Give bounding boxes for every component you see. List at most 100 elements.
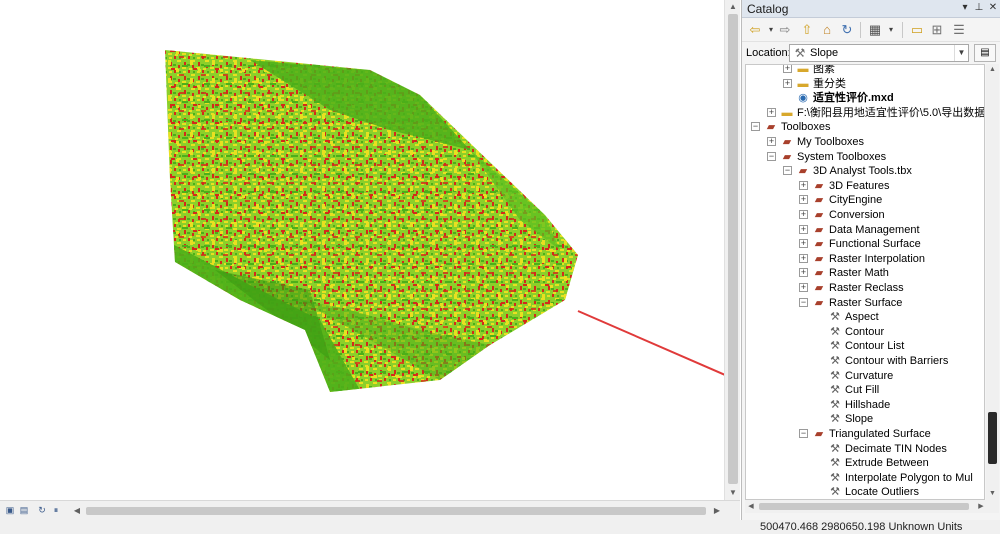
refresh-icon[interactable]: ↻ <box>838 21 856 39</box>
tree-item-label: Raster Math <box>829 267 889 280</box>
expand-icon[interactable]: + <box>783 78 792 88</box>
data-view-icon[interactable]: ▣ <box>4 504 16 516</box>
collapse-icon[interactable]: − <box>751 122 760 132</box>
expand-icon[interactable]: + <box>767 137 776 146</box>
tree-item-label: Interpolate Polygon to Mul <box>845 471 973 484</box>
location-input[interactable]: ⚒ Slope ▼ <box>789 44 969 62</box>
tree-item-label: System Toolboxes <box>797 150 887 163</box>
chevron-down-icon[interactable]: ▼ <box>954 45 968 61</box>
catalog-title-bar: Catalog ▾ ⊥ ✕ <box>742 0 1000 18</box>
tree-item-label: Extrude Between <box>845 457 929 470</box>
home-icon[interactable]: ⌂ <box>818 21 836 39</box>
map-vscroll-thumb[interactable] <box>728 14 738 484</box>
tree-item-label: 适宜性评价.mxd <box>813 92 894 105</box>
location-label: Location: <box>746 47 791 59</box>
tree-horizontal-scrollbar[interactable]: ◀ ▶ <box>745 500 999 513</box>
scroll-left-icon[interactable]: ◀ <box>745 500 757 513</box>
expand-icon[interactable]: + <box>799 253 808 263</box>
tree-item-label: Functional Surface <box>829 238 921 251</box>
map-bottom-bar: ▣ ▤ ↻ ⏸ ◀ ▶ <box>0 500 740 520</box>
map-hscroll-thumb[interactable] <box>86 507 706 515</box>
up-icon[interactable]: ⇧ <box>798 21 816 39</box>
tree-item-label: Conversion <box>829 209 885 221</box>
map-horizontal-scrollbar[interactable]: ◀ ▶ <box>70 504 724 518</box>
disconnect-icon[interactable]: ⊞ <box>928 21 946 39</box>
hammer-icon: ⚒ <box>830 398 840 411</box>
catalog-tree[interactable]: + ▬ 图素 + ▬ 重分类 ◉ 适宜性评价.mxd + ▬ F:\衡阳县用地适宜性评价\5.0\导… <box>745 64 985 500</box>
tree-hscroll-thumb[interactable] <box>759 503 969 510</box>
expand-icon[interactable]: + <box>799 283 808 292</box>
layout-view-icon[interactable]: ▤ <box>18 504 30 516</box>
collapse-icon[interactable]: − <box>799 297 808 307</box>
collapse-icon[interactable]: − <box>783 166 792 176</box>
coordinate-readout: 500470.468 2980650.198 Unknown Units <box>760 521 963 533</box>
scroll-up-icon[interactable]: ▲ <box>986 64 999 76</box>
toolset-icon: ▰ <box>814 252 824 265</box>
expand-icon[interactable]: + <box>799 210 808 219</box>
tree-item-label: 重分类 <box>813 77 846 90</box>
expand-icon[interactable]: + <box>799 195 808 205</box>
toolset-icon: ▰ <box>814 179 824 192</box>
close-icon[interactable]: ✕ <box>986 1 1000 15</box>
expand-icon[interactable]: + <box>799 180 808 190</box>
expand-icon[interactable]: + <box>799 268 808 278</box>
tree-item-label: Contour List <box>845 340 905 353</box>
tree-item-label: Curvature <box>845 369 894 382</box>
toolset-icon: ▰ <box>814 223 824 236</box>
tree-vscroll-thumb[interactable] <box>988 412 997 464</box>
tree-item-label: Contour with Barriers <box>845 355 949 367</box>
collapse-icon[interactable]: − <box>767 151 776 161</box>
tree-item-label: Data Management <box>829 223 920 236</box>
map-vertical-scrollbar[interactable]: ▲ ▼ <box>724 0 740 500</box>
location-go-button[interactable]: ▤ <box>974 44 996 62</box>
window-menu-icon[interactable]: ▾ <box>958 1 972 15</box>
hammer-icon: ⚒ <box>830 471 840 484</box>
folder-icon: ▬ <box>797 77 809 90</box>
tree-item-label: Toolboxes <box>781 121 831 134</box>
tree-vertical-scrollbar[interactable]: ▲ ▼ <box>986 64 999 500</box>
map-view[interactable] <box>0 0 724 500</box>
hammer-icon: ⚒ <box>830 486 840 499</box>
connect-folder-icon[interactable]: ▭ <box>908 21 926 39</box>
pause-drawing-icon[interactable]: ⏸ <box>50 504 62 516</box>
expand-icon[interactable]: + <box>783 65 792 73</box>
collapse-icon[interactable]: − <box>799 429 808 438</box>
location-bar: Location: ⚒ Slope ▼ ▤ <box>742 42 1000 64</box>
scroll-up-icon[interactable]: ▲ <box>725 0 741 14</box>
scroll-down-icon[interactable]: ▼ <box>725 486 741 500</box>
tree-item-label: My Toolboxes <box>797 136 865 148</box>
toolset-icon: ▰ <box>814 428 824 440</box>
tree-item-label: F:\衡阳县用地适宜性评价\5.0\导出数据 <box>797 106 985 119</box>
folder-icon: ▬ <box>781 106 793 119</box>
pin-icon[interactable]: ⊥ <box>972 1 986 15</box>
hammer-icon: ⚒ <box>830 457 840 470</box>
options-icon[interactable]: ☰ <box>950 21 968 39</box>
slope-raster-map <box>165 50 724 392</box>
scroll-left-icon[interactable]: ◀ <box>70 504 84 518</box>
toolset-icon: ▰ <box>814 209 824 221</box>
toolset-icon: ▰ <box>814 296 824 309</box>
refresh-view-icon[interactable]: ↻ <box>36 504 48 516</box>
forward-icon[interactable]: ⇨ <box>776 21 794 39</box>
toolbox-icon: ▰ <box>766 121 776 134</box>
expand-icon[interactable]: + <box>799 224 808 234</box>
toolbox-icon: ▰ <box>798 165 808 178</box>
toolset-icon: ▰ <box>814 267 824 280</box>
hammer-icon: ⚒ <box>830 340 840 353</box>
tree-item-label: Locate Outliers <box>845 486 919 499</box>
tree-item-label: Triangulated Surface <box>829 428 931 440</box>
hammer-icon: ⚒ <box>830 355 840 367</box>
toolset-icon: ▰ <box>814 194 824 207</box>
expand-icon[interactable]: + <box>767 107 776 117</box>
scroll-right-icon[interactable]: ▶ <box>975 500 987 513</box>
tree-item-label: 图素 <box>813 64 835 75</box>
view-dropdown-icon[interactable]: ▾ <box>882 21 900 39</box>
tree-item-label: Cut Fill <box>845 384 880 397</box>
tree-item-label: 3D Features <box>829 179 890 192</box>
scroll-right-icon[interactable]: ▶ <box>710 504 724 518</box>
tree-item-label: Aspect <box>845 311 879 324</box>
expand-icon[interactable]: + <box>799 239 808 249</box>
scroll-down-icon[interactable]: ▼ <box>986 488 999 500</box>
toolbox-icon: ▰ <box>782 136 792 148</box>
hammer-icon: ⚒ <box>830 384 840 397</box>
